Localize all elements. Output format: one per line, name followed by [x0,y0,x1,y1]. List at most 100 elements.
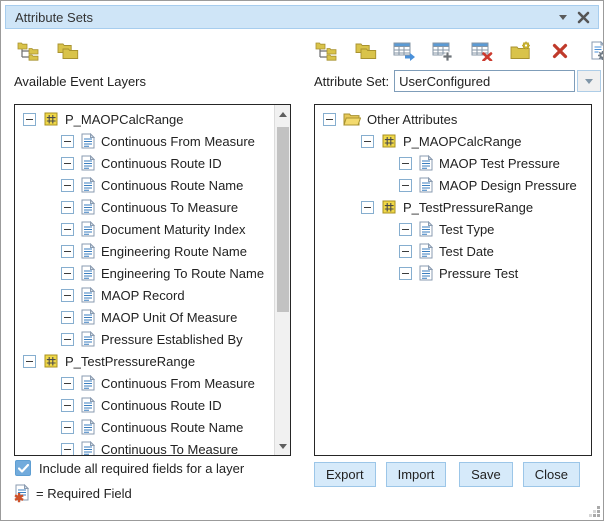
remove-table-icon[interactable] [470,40,494,62]
field-icon [419,155,433,171]
dialog-titlebar[interactable]: Attribute Sets [5,5,599,29]
tree-item[interactable]: P_MAOPCalcRange [15,108,273,130]
delete-icon[interactable] [548,40,572,62]
tree-item-label: Pressure Test [439,266,518,281]
field-icon [81,441,95,456]
attribute-set-input[interactable] [394,70,575,92]
field-icon [81,199,95,215]
export-button[interactable]: Export [314,462,376,487]
vertical-scrollbar[interactable] [274,105,290,455]
include-required-fields-checkbox[interactable] [15,460,31,476]
tree-item[interactable]: MAOP Test Pressure [315,152,591,174]
tree-item[interactable]: Continuous From Measure [15,372,273,394]
tree-item[interactable]: P_TestPressureRange [315,196,591,218]
resize-grip[interactable] [589,506,601,518]
scrollbar-thumb[interactable] [277,127,289,312]
collapse-toggle-icon[interactable] [399,179,412,192]
field-icon [419,265,433,281]
tree-item[interactable]: Continuous To Measure [15,438,273,456]
tree-item[interactable]: Pressure Established By [15,328,273,350]
tree-item-label: P_TestPressureRange [65,354,195,369]
field-icon [81,243,95,259]
folder-icon [343,112,361,126]
tree-item-label: Engineering Route Name [101,244,247,259]
tree-item-label: Pressure Established By [101,332,243,347]
collapse-toggle-icon[interactable] [61,223,74,236]
tree-item[interactable]: Test Type [315,218,591,240]
event-layer-icon [381,199,397,215]
open-folders-icon[interactable] [353,40,377,62]
tree-item[interactable]: Continuous Route Name [15,416,273,438]
tree-item[interactable]: MAOP Record [15,284,273,306]
close-icon[interactable] [577,11,590,24]
tree-item[interactable]: MAOP Design Pressure [315,174,591,196]
field-icon [81,155,95,171]
field-icon [81,397,95,413]
expand-layers-tree-icon[interactable] [16,40,40,62]
collapse-toggle-icon[interactable] [61,333,74,346]
save-button[interactable]: Save [459,462,513,487]
tree-item[interactable]: Pressure Test [315,262,591,284]
tree-item[interactable]: Test Date [315,240,591,262]
collapse-toggle-icon[interactable] [399,157,412,170]
tree-item[interactable]: P_MAOPCalcRange [315,130,591,152]
collapse-toggle-icon[interactable] [61,289,74,302]
required-field-label: = Required Field [36,486,132,501]
pin-menu-icon[interactable] [559,15,567,20]
tree-item[interactable]: Engineering To Route Name [15,262,273,284]
export-table-icon[interactable] [392,40,416,62]
tree-item-label: Continuous To Measure [101,200,238,215]
tree-item[interactable]: Continuous Route Name [15,174,273,196]
expand-layers-tree-icon[interactable] [314,40,338,62]
tree-item[interactable]: Document Maturity Index [15,218,273,240]
tree-item[interactable]: Engineering Route Name [15,240,273,262]
collapse-toggle-icon[interactable] [61,399,74,412]
tree-item[interactable]: Continuous Route ID [15,394,273,416]
collapse-toggle-icon[interactable] [61,267,74,280]
collapse-toggle-icon[interactable] [61,135,74,148]
include-required-fields-label: Include all required fields for a layer [39,461,244,476]
scroll-up-icon[interactable] [275,106,291,122]
import-button[interactable]: Import [386,462,447,487]
collapse-toggle-icon[interactable] [61,179,74,192]
collapse-toggle-icon[interactable] [61,443,74,456]
available-event-layers-label: Available Event Layers [14,74,146,89]
tree-item[interactable]: P_TestPressureRange [15,350,273,372]
collapse-toggle-icon[interactable] [61,421,74,434]
collapse-toggle-icon[interactable] [399,223,412,236]
collapse-toggle-icon[interactable] [61,311,74,324]
attribute-sets-dialog: Attribute Sets [0,0,604,521]
collapse-toggle-icon[interactable] [23,113,36,126]
attribute-set-panel: Other Attributes [314,104,592,456]
scroll-down-icon[interactable] [275,438,291,454]
collapse-toggle-icon[interactable] [61,201,74,214]
collapse-toggle-icon[interactable] [399,245,412,258]
tree-item[interactable]: MAOP Unit Of Measure [15,306,273,328]
open-folders-icon[interactable] [55,40,79,62]
tree-item-label: P_MAOPCalcRange [65,112,184,127]
add-table-icon[interactable] [431,40,455,62]
tree-item[interactable]: Other Attributes [315,108,591,130]
collapse-toggle-icon[interactable] [61,157,74,170]
collapse-toggle-icon[interactable] [361,201,374,214]
event-layer-icon [43,353,59,369]
collapse-toggle-icon[interactable] [323,113,336,126]
tree-item-label: Continuous From Measure [101,134,255,149]
dialog-title: Attribute Sets [6,10,93,25]
tree-item[interactable]: Continuous To Measure [15,196,273,218]
attribute-set-combo: Attribute Set: [314,70,601,92]
tree-item[interactable]: Continuous From Measure [15,130,273,152]
tree-item-label: MAOP Unit Of Measure [101,310,237,325]
collapse-toggle-icon[interactable] [61,377,74,390]
tree-item-label: Continuous Route Name [101,178,243,193]
collapse-toggle-icon[interactable] [361,135,374,148]
collapse-toggle-icon[interactable] [61,245,74,258]
tree-item[interactable]: Continuous Route ID [15,152,273,174]
report-settings-icon[interactable] [587,40,604,62]
close-button[interactable]: Close [523,462,580,487]
collapse-toggle-icon[interactable] [23,355,36,368]
attribute-set-dropdown-button[interactable] [577,70,601,92]
new-attribute-set-icon[interactable] [509,40,533,62]
footer-buttons: Export Import Save Close [314,462,580,487]
collapse-toggle-icon[interactable] [399,267,412,280]
